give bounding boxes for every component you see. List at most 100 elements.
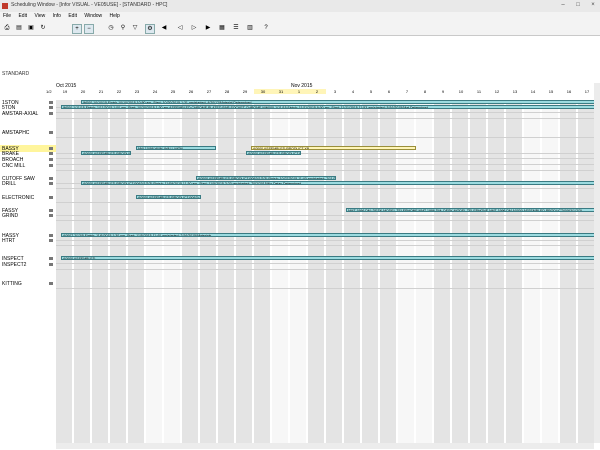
resource-label[interactable]: INSPECT2: [2, 262, 26, 268]
row-divider: [56, 215, 600, 216]
day-column: [560, 100, 576, 443]
work-order-bar[interactable]: A0000 ASSEMBLED PRODUCT(0063/1/2/3) Fini…: [196, 176, 336, 180]
back-icon[interactable]: ◀: [160, 24, 168, 32]
day-header: 21: [98, 89, 104, 94]
menu-help[interactable]: Help: [107, 12, 123, 21]
day-column: [506, 100, 522, 443]
day-column: [542, 100, 558, 443]
resource-label[interactable]: ELECTRONIC: [2, 195, 34, 201]
day-header: 24: [152, 89, 158, 94]
menu-edit-2[interactable]: Edit: [65, 12, 80, 21]
grid-icon[interactable]: ▦: [218, 24, 226, 32]
forward-icon[interactable]: ▶: [204, 24, 212, 32]
work-order-bar[interactable]: A0000 ASSEMBLED: [61, 256, 596, 260]
day-header: 3: [333, 89, 337, 94]
row-marker: [49, 257, 53, 260]
resource-label[interactable]: AMSTAPHC: [2, 130, 29, 136]
day-column: [524, 100, 540, 443]
row-divider: [56, 202, 600, 203]
day-column: [362, 100, 378, 443]
filter-icon[interactable]: ▽: [131, 24, 139, 32]
print-icon[interactable]: ⎙: [3, 24, 11, 32]
row-divider: [56, 170, 600, 171]
resource-label[interactable]: CNC MILL: [2, 163, 25, 169]
day-header: 27: [206, 89, 212, 94]
horizontal-scrollbar[interactable]: [56, 443, 594, 449]
prev-icon[interactable]: ◁: [176, 24, 184, 32]
work-order-bar[interactable]: W000-1/11/15 Finish: 1/11/2015 1:00 am, …: [61, 105, 596, 109]
day-column: [344, 100, 360, 443]
row-marker: [49, 152, 53, 155]
day-header: 19: [62, 89, 68, 94]
row-marker: [49, 263, 53, 266]
vertical-scrollbar[interactable]: [594, 83, 600, 443]
work-order-bar[interactable]: A0000 ASSEMBLED PRODUCT XB: [251, 146, 416, 150]
search-icon[interactable]: ⚲: [119, 24, 127, 32]
day-header: 11: [476, 89, 482, 94]
resource-label[interactable]: GRIND: [2, 213, 18, 219]
resource-label[interactable]: HTRT: [2, 238, 15, 244]
app-icon: [2, 3, 8, 9]
work-order-bar[interactable]: A0000 ASSEMBLED PRODUCT(0063) Finish: 10…: [81, 151, 131, 155]
resource-label[interactable]: DRILL: [2, 181, 16, 187]
scale-label: 1/2: [46, 89, 52, 94]
row-marker: [49, 101, 53, 104]
day-column: [200, 100, 216, 443]
menu-file[interactable]: File: [0, 12, 14, 21]
day-header: 25: [170, 89, 176, 94]
row-divider: [56, 245, 600, 246]
row-divider: [56, 158, 600, 159]
help-icon[interactable]: ?: [262, 24, 270, 32]
row-divider: [56, 263, 600, 264]
day-column: [164, 100, 180, 443]
list-icon[interactable]: ☰: [232, 24, 240, 32]
menu-view[interactable]: View: [31, 12, 48, 21]
menu-bar: File Edit View Info Edit Window Help: [0, 12, 600, 21]
work-order-bar[interactable]: A0007 2/13/5 Finish: 11/6/2015 1:30 pm, …: [61, 233, 596, 237]
next-icon[interactable]: ▷: [190, 24, 198, 32]
work-order-bar[interactable]: A0000 ASSEMBLED PRODUCT(0063) Finish: 10…: [136, 195, 201, 199]
work-order-bar[interactable]: W000-10/10/15 Finish 10/10/2015 10:50 am…: [81, 100, 596, 104]
zoom-out-icon[interactable]: −: [84, 24, 94, 34]
maximize-button[interactable]: □: [571, 1, 585, 10]
work-order-bar[interactable]: NMT 1996 DM: DESK MODEL TELEPHONE NMT 19…: [346, 208, 596, 212]
work-order-bar[interactable]: A0000 ASSEMBLED PRODUCT(0063/1/2/3) Fini…: [81, 181, 596, 185]
row-divider: [56, 240, 600, 241]
close-button[interactable]: ×: [586, 1, 600, 10]
day-column: [380, 100, 396, 443]
resource-label[interactable]: AMSTAR-AXIAL: [2, 111, 38, 117]
row-marker: [49, 158, 53, 161]
day-column: [434, 100, 450, 443]
menu-edit[interactable]: Edit: [15, 12, 30, 21]
menu-window[interactable]: Window: [81, 12, 105, 21]
day-column: [146, 100, 162, 443]
day-header: 15: [548, 89, 554, 94]
day-column: [218, 100, 234, 443]
row-marker: [49, 164, 53, 167]
day-column: [452, 100, 468, 443]
gear-icon[interactable]: ⚙: [145, 24, 155, 34]
window-title: Scheduling Window - [Infor VISUAL - VE05…: [11, 2, 168, 8]
day-header: 22: [116, 89, 122, 94]
save-icon[interactable]: ▣: [27, 24, 35, 32]
day-column: [470, 100, 486, 443]
resource-label[interactable]: KITTING: [2, 281, 22, 287]
row-marker: [49, 239, 53, 242]
minimize-button[interactable]: –: [556, 1, 570, 10]
day-column: [398, 100, 414, 443]
day-header: 4: [351, 89, 355, 94]
chart-icon[interactable]: ▥: [246, 24, 254, 32]
refresh-icon[interactable]: ↻: [39, 24, 47, 32]
row-divider: [56, 220, 600, 221]
work-order-bar[interactable]: NW-10/96 W/W: WALL WON: [136, 146, 216, 150]
zoom-in-icon[interactable]: +: [72, 24, 82, 34]
open-icon[interactable]: ▤: [15, 24, 23, 32]
day-header: 5: [369, 89, 373, 94]
day-header: 23: [134, 89, 140, 94]
day-header: 30: [254, 89, 272, 94]
schedule-grid[interactable]: Oct 2015 Nov 2015 1/2 19 20 21 22 23 24 25 26 27…: [46, 83, 600, 443]
clock-icon[interactable]: ◷: [107, 24, 115, 32]
day-header: 6: [387, 89, 391, 94]
menu-info[interactable]: Info: [50, 12, 64, 21]
work-order-bar[interactable]: A0000 ASSEMBLED PRODUCT(0063/1/2/3): [246, 151, 301, 155]
